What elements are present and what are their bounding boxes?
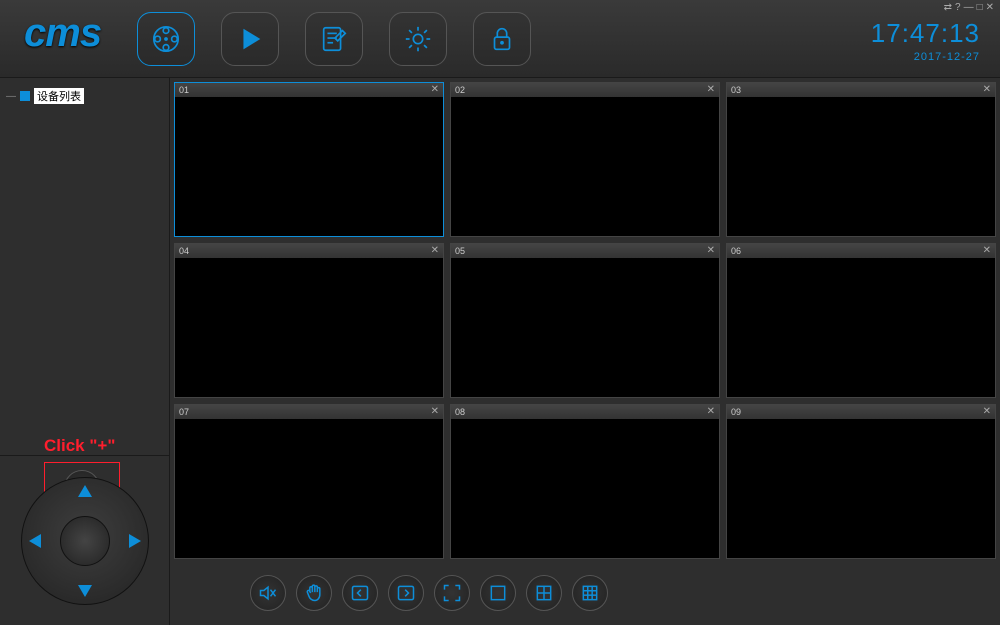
minimize-icon[interactable]: — bbox=[964, 2, 974, 13]
ptz-up-button[interactable] bbox=[77, 484, 93, 498]
window-controls: ⇄ ? — □ ✕ bbox=[944, 2, 994, 13]
cell-header: 07 ✕ bbox=[175, 405, 443, 419]
tree-root-label: 设备列表 bbox=[34, 88, 84, 104]
layout-1-button[interactable] bbox=[480, 575, 516, 611]
cell-close-button[interactable]: ✕ bbox=[983, 246, 991, 256]
cell-header: 05 ✕ bbox=[451, 244, 719, 258]
cell-header: 09 ✕ bbox=[727, 405, 995, 419]
cell-close-button[interactable]: ✕ bbox=[983, 85, 991, 95]
ptz-right-button[interactable] bbox=[128, 533, 142, 549]
nav-buttons bbox=[137, 12, 531, 66]
cell-number: 06 bbox=[731, 246, 741, 256]
cell-header: 02 ✕ bbox=[451, 83, 719, 97]
play-icon bbox=[235, 24, 265, 54]
video-cell[interactable]: 03 ✕ bbox=[726, 82, 996, 237]
video-grid: 01 ✕ 02 ✕ 03 ✕ 04 ✕ bbox=[174, 82, 996, 559]
nav-live-button[interactable] bbox=[137, 12, 195, 66]
layout-9-button[interactable] bbox=[572, 575, 608, 611]
logo: cms bbox=[0, 11, 125, 66]
layout-9-icon bbox=[580, 583, 600, 603]
bottom-toolbar bbox=[170, 563, 1000, 623]
ptz-left-button[interactable] bbox=[28, 533, 42, 549]
cell-number: 03 bbox=[731, 85, 741, 95]
device-tree: — 设备列表 bbox=[0, 78, 169, 455]
ptz-center-button[interactable] bbox=[60, 516, 110, 566]
layout-1-icon bbox=[488, 583, 508, 603]
cell-header: 01 ✕ bbox=[175, 83, 443, 97]
cell-close-button[interactable]: ✕ bbox=[707, 407, 715, 417]
cell-number: 02 bbox=[455, 85, 465, 95]
next-page-button[interactable] bbox=[388, 575, 424, 611]
hint-text: Click "+" bbox=[44, 436, 120, 456]
gear-icon bbox=[403, 24, 433, 54]
cell-number: 09 bbox=[731, 407, 741, 417]
lock-icon bbox=[487, 24, 517, 54]
switch-user-icon[interactable]: ⇄ bbox=[944, 2, 952, 13]
hand-icon bbox=[304, 583, 324, 603]
body: — 设备列表 Click "+" bbox=[0, 78, 1000, 625]
layout-4-icon bbox=[534, 583, 554, 603]
cell-header: 06 ✕ bbox=[727, 244, 995, 258]
maximize-icon[interactable]: □ bbox=[977, 2, 983, 13]
tree-root[interactable]: — 设备列表 bbox=[6, 88, 163, 104]
cell-close-button[interactable]: ✕ bbox=[983, 407, 991, 417]
clock: 17:47:13 2017-12-27 bbox=[871, 18, 980, 63]
cell-number: 01 bbox=[179, 85, 189, 95]
video-cell[interactable]: 04 ✕ bbox=[174, 243, 444, 398]
close-icon[interactable]: ✕ bbox=[986, 2, 994, 13]
cell-header: 04 ✕ bbox=[175, 244, 443, 258]
main-area: 01 ✕ 02 ✕ 03 ✕ 04 ✕ bbox=[170, 78, 1000, 625]
notepad-edit-icon bbox=[319, 24, 349, 54]
video-cell[interactable]: 07 ✕ bbox=[174, 404, 444, 559]
device-list-icon bbox=[20, 91, 30, 101]
prev-page-button[interactable] bbox=[342, 575, 378, 611]
ptz-disc bbox=[21, 477, 149, 605]
cell-close-button[interactable]: ✕ bbox=[431, 407, 439, 417]
nav-playback-button[interactable] bbox=[221, 12, 279, 66]
clock-date: 2017-12-27 bbox=[871, 51, 980, 63]
video-cell[interactable]: 01 ✕ bbox=[174, 82, 444, 237]
cell-number: 07 bbox=[179, 407, 189, 417]
video-cell[interactable]: 05 ✕ bbox=[450, 243, 720, 398]
video-cell[interactable]: 09 ✕ bbox=[726, 404, 996, 559]
layout-4-button[interactable] bbox=[526, 575, 562, 611]
fullscreen-icon bbox=[442, 583, 462, 603]
help-icon[interactable]: ? bbox=[955, 2, 961, 13]
video-cell[interactable]: 02 ✕ bbox=[450, 82, 720, 237]
cell-header: 08 ✕ bbox=[451, 405, 719, 419]
ptz-down-button[interactable] bbox=[77, 584, 93, 598]
cell-close-button[interactable]: ✕ bbox=[431, 246, 439, 256]
next-page-icon bbox=[396, 583, 416, 603]
fullscreen-button[interactable] bbox=[434, 575, 470, 611]
mute-button[interactable] bbox=[250, 575, 286, 611]
mute-icon bbox=[258, 583, 278, 603]
header: ⇄ ? — □ ✕ cms bbox=[0, 0, 1000, 78]
cell-number: 05 bbox=[455, 246, 465, 256]
hand-button[interactable] bbox=[296, 575, 332, 611]
cell-close-button[interactable]: ✕ bbox=[431, 85, 439, 95]
cell-number: 04 bbox=[179, 246, 189, 256]
clock-time: 17:47:13 bbox=[871, 18, 980, 49]
video-cell[interactable]: 06 ✕ bbox=[726, 243, 996, 398]
cell-close-button[interactable]: ✕ bbox=[707, 246, 715, 256]
prev-page-icon bbox=[350, 583, 370, 603]
sidebar: — 设备列表 Click "+" bbox=[0, 78, 170, 625]
cell-number: 08 bbox=[455, 407, 465, 417]
video-cell[interactable]: 08 ✕ bbox=[450, 404, 720, 559]
ptz-panel bbox=[0, 455, 169, 625]
nav-lock-button[interactable] bbox=[473, 12, 531, 66]
nav-log-button[interactable] bbox=[305, 12, 363, 66]
tree-collapse-icon[interactable]: — bbox=[6, 91, 16, 102]
nav-settings-button[interactable] bbox=[389, 12, 447, 66]
cell-close-button[interactable]: ✕ bbox=[707, 85, 715, 95]
film-reel-icon bbox=[151, 24, 181, 54]
cell-header: 03 ✕ bbox=[727, 83, 995, 97]
